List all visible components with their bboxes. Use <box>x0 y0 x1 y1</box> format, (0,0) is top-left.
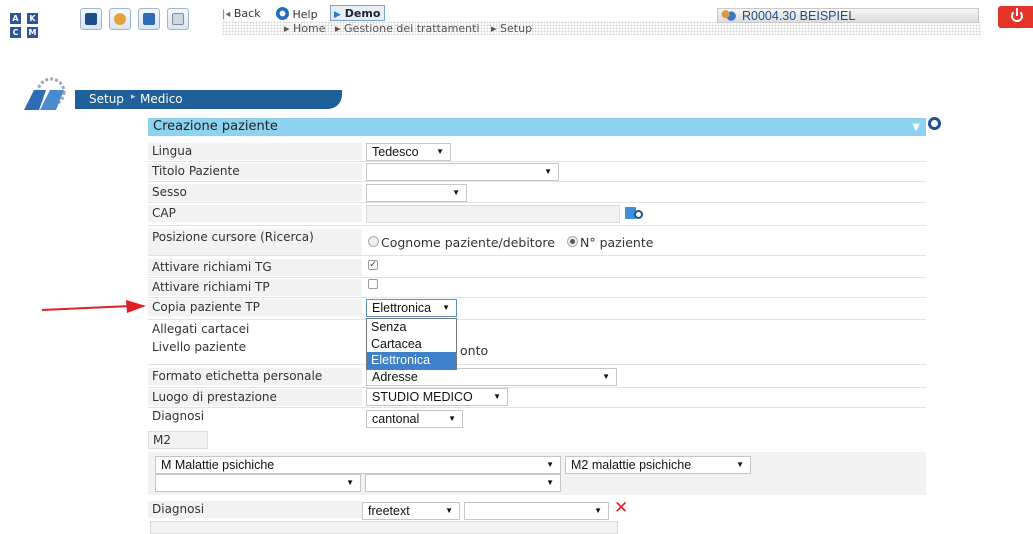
label-diagnosi: Diagnosi <box>148 408 362 425</box>
key-m[interactable]: M <box>27 27 38 38</box>
label-cap: CAP <box>148 205 362 222</box>
copia-tp-select[interactable]: Elettronica ▼ <box>366 299 457 317</box>
label-richiami-tg: Attivare richiami TG <box>148 259 362 276</box>
chevron-down-icon: ▼ <box>452 188 460 197</box>
key-k[interactable]: K <box>27 13 38 24</box>
label-copia-tp: Copia paziente TP <box>148 299 362 316</box>
breadcrumb-setup[interactable]: ▸ Setup <box>491 22 532 35</box>
section-header: Creazione paziente ▼ <box>148 118 926 136</box>
formato-select[interactable]: Adresse ▼ <box>366 368 617 386</box>
chevron-down-icon: ▼ <box>448 414 456 423</box>
label-titolo: Titolo Paziente <box>148 163 362 180</box>
chevron-down-icon: ▼ <box>546 460 554 469</box>
row-divider <box>148 202 926 203</box>
chevron-down-icon: ▼ <box>493 392 501 401</box>
back-link[interactable]: |◂ Back <box>222 7 261 20</box>
users-icon <box>720 9 736 22</box>
delete-icon[interactable]: ✕ <box>614 499 628 517</box>
row-divider <box>148 319 926 320</box>
refresh-icon[interactable] <box>928 117 941 130</box>
diagnosi-code-input[interactable]: M2 <box>148 431 208 449</box>
collapse-icon[interactable]: ▼ <box>912 119 920 137</box>
row-divider <box>148 181 926 182</box>
radio-numero[interactable] <box>567 236 578 247</box>
diagnosi-category-select[interactable]: M Malattie psichiche ▼ <box>155 456 561 474</box>
book-icon[interactable] <box>80 8 102 30</box>
section-title: Creazione paziente <box>153 119 278 134</box>
diagnosi-type-select[interactable]: cantonal ▼ <box>366 410 463 428</box>
key-c[interactable]: C <box>10 27 21 38</box>
label-formato: Formato etichetta personale <box>148 368 362 385</box>
row-divider <box>148 387 926 388</box>
copia-tp-dropdown: Senza Cartacea Elettronica <box>366 318 457 370</box>
chevron-down-icon: ▼ <box>544 167 552 176</box>
row-divider <box>148 255 926 256</box>
chevron-down-icon: ▼ <box>445 506 453 515</box>
luogo-select[interactable]: STUDIO MEDICO ▼ <box>366 388 508 406</box>
chevron-down-icon: ▼ <box>346 478 354 487</box>
label-allegati: Allegati cartacei <box>148 321 362 338</box>
radio-cognome[interactable] <box>368 236 379 247</box>
option-senza[interactable]: Senza <box>367 319 456 336</box>
lingua-select[interactable]: Tedesco ▼ <box>366 143 451 161</box>
label-cursore: Posizione cursore (Ricerca) <box>148 229 362 255</box>
vm-logo-icon[interactable] <box>138 8 160 30</box>
label-richiami-tp: Attivare richiami TP <box>148 279 362 296</box>
chevron-down-icon: ▼ <box>602 372 610 381</box>
diagnosi-detail-select-2[interactable]: ▼ <box>365 474 561 492</box>
diagnosi2-value-select[interactable]: ▼ <box>464 502 609 520</box>
vm-logo <box>20 76 78 116</box>
option-elettronica[interactable]: Elettronica <box>367 352 456 369</box>
row-divider <box>148 225 926 226</box>
label-livello: Livello paziente <box>148 339 362 356</box>
row-divider <box>148 297 926 298</box>
sesso-select[interactable]: ▼ <box>366 184 467 202</box>
chevron-down-icon: ▼ <box>736 460 744 469</box>
richiami-tg-checkbox[interactable]: ✓ <box>368 260 378 270</box>
chevron-down-icon: ▼ <box>546 478 554 487</box>
play-icon: ▶ <box>334 10 341 20</box>
diagnosi2-text-input[interactable] <box>150 521 618 534</box>
subnav-medico[interactable]: Medico <box>140 92 183 106</box>
label-diagnosi-2: Diagnosi <box>148 501 362 518</box>
row-divider <box>148 161 926 162</box>
demo-button[interactable]: ▶ Demo <box>330 5 386 21</box>
radio-numero-label: N° paziente <box>580 235 654 250</box>
livello-value: onto <box>460 343 489 358</box>
user-icon[interactable] <box>109 8 131 30</box>
chevron-down-icon: ▼ <box>436 147 444 156</box>
option-cartacea[interactable]: Cartacea <box>367 336 456 353</box>
radio-cognome-label: Cognome paziente/debitore <box>381 235 555 250</box>
help-link[interactable]: Help <box>276 7 318 21</box>
search-location-icon[interactable] <box>625 205 647 221</box>
breadcrumb-home[interactable]: ▸ Home <box>284 22 326 35</box>
label-luogo: Luogo di prestazione <box>148 389 362 406</box>
key-a[interactable]: A <box>10 13 21 24</box>
diagnosi-detail-select-1[interactable]: ▼ <box>155 474 361 492</box>
help-icon <box>276 7 289 20</box>
richiami-tp-checkbox[interactable] <box>368 279 378 289</box>
back-icon: |◂ <box>222 9 231 20</box>
cap-input[interactable] <box>366 205 620 223</box>
user-badge[interactable]: R0004.30 BEISPIEL <box>717 8 979 23</box>
row-divider <box>148 277 926 278</box>
chevron-down-icon: ▼ <box>442 303 450 312</box>
diagnosi-subcategory-select[interactable]: M2 malattie psichiche ▼ <box>565 456 751 474</box>
label-sesso: Sesso <box>148 184 362 201</box>
row-divider <box>148 364 926 365</box>
diagnosi2-type-select[interactable]: freetext ▼ <box>362 502 460 520</box>
calculator-icon[interactable] <box>167 8 189 30</box>
breadcrumb-gestione[interactable]: ▸ Gestione dei trattamenti <box>335 22 479 35</box>
subnav-setup[interactable]: Setup <box>89 92 124 106</box>
chevron-down-icon: ▼ <box>594 506 602 515</box>
subnav-sep-icon: ▸ <box>131 92 136 102</box>
arrow-annotation <box>41 300 146 313</box>
power-button[interactable] <box>998 6 1033 28</box>
titolo-select[interactable]: ▼ <box>366 163 559 181</box>
label-lingua: Lingua <box>148 143 362 160</box>
